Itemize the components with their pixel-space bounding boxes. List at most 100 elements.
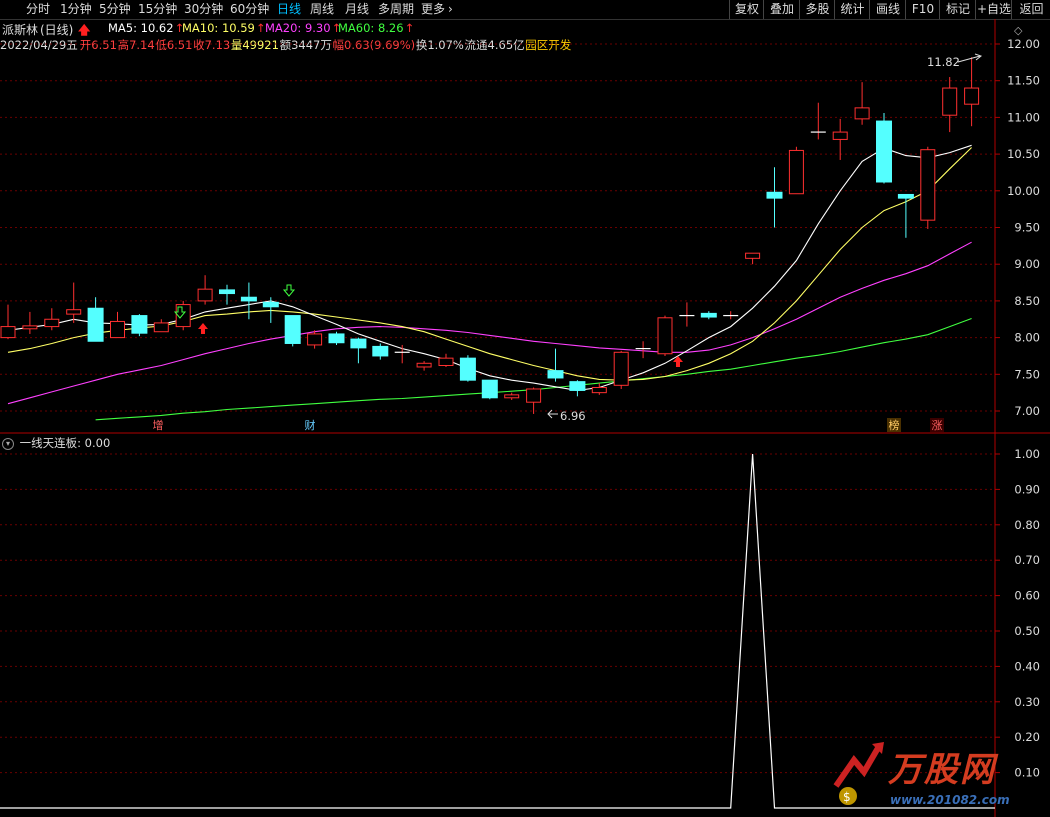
candle [854, 82, 870, 125]
indicator-value: : 0.00 [77, 436, 111, 450]
chevron-right-icon[interactable]: › [448, 1, 453, 18]
candle [964, 57, 980, 127]
y-tick-label: 11.00 [1007, 110, 1040, 124]
candle-body [110, 320, 125, 339]
event-marker-bg [930, 418, 944, 432]
y-tick-label: 8.50 [1014, 294, 1040, 308]
buy-arrow-icon [673, 356, 683, 367]
candle-body [284, 315, 301, 344]
collapse-icon[interactable]: ▾ [2, 437, 14, 450]
indicator-name[interactable]: 一线天连板 [20, 436, 78, 450]
period-label: (日线) [40, 23, 74, 37]
candle [832, 118, 848, 160]
candle [766, 167, 783, 228]
period-tab-1[interactable]: 1分钟 [60, 1, 92, 18]
y-tick-label: 9.50 [1014, 221, 1040, 235]
quote-date: 2022/04/29五 [0, 38, 78, 52]
candle-body [504, 394, 520, 399]
y-tick-label: 12.00 [1007, 37, 1040, 51]
candle [372, 343, 389, 360]
candle [459, 355, 476, 382]
high-value: 7.14 [129, 38, 155, 52]
close-label: 收 [193, 38, 205, 52]
candle [635, 341, 651, 359]
candle [897, 193, 914, 238]
candle-body [964, 87, 980, 105]
candle-body [591, 387, 607, 394]
y-tick-label: 0.60 [1014, 589, 1040, 603]
candle-body [920, 149, 936, 221]
ma10-line [7, 147, 972, 381]
candle [547, 348, 564, 382]
period-tab-9[interactable]: 多周期 [378, 1, 414, 18]
low-value: 6.51 [166, 38, 193, 52]
y-tick-label: 0.80 [1014, 518, 1040, 532]
close-value: 7.13 [204, 38, 231, 52]
candle-body [197, 288, 213, 302]
period-toolbar: 分时 1分钟 5分钟 15分钟 30分钟 60分钟 日线 周线 月线 多周期 更多 › 复权 叠加 多股 统计… [0, 0, 1050, 20]
period-tab-7[interactable]: 周线 [310, 1, 334, 18]
candle-body [240, 296, 257, 302]
y-tick-label: 7.00 [1014, 404, 1040, 418]
period-tab-8[interactable]: 月线 [345, 1, 369, 18]
event-marker: 财 [305, 418, 316, 432]
period-tab-4[interactable]: 30分钟 [184, 1, 223, 18]
y-tick-label: 10.00 [1007, 184, 1040, 198]
toolbar-button-4[interactable]: 画线 [869, 0, 906, 19]
candle-body [350, 338, 367, 349]
toolbar-button-1[interactable]: 叠加 [763, 0, 800, 19]
volume-value: 49921 [242, 38, 279, 52]
kline-chart[interactable]: 12.00 11.50 11.00 10.50 10.00 9.50 9.00 8.50 8.0… [0, 0, 1050, 817]
stock-name[interactable]: 派斯林 [2, 21, 38, 38]
float-value: 4.65亿 [487, 38, 525, 52]
volume-label: 量 [230, 38, 243, 52]
candle-body [657, 317, 673, 355]
candle [394, 344, 410, 364]
toolbar-button-0[interactable]: 复权 [729, 0, 764, 19]
event-marker: 涨 [932, 419, 943, 432]
candle-body [876, 120, 892, 183]
candle-body [459, 357, 476, 381]
candle [700, 311, 717, 320]
candle [591, 383, 607, 395]
amount-label: 额 [279, 38, 292, 52]
candle [307, 330, 323, 349]
toolbar-button-5[interactable]: F10 [905, 0, 940, 19]
low-label: 低 [155, 38, 167, 52]
y-tick-label: 0.50 [1014, 624, 1040, 638]
candle-body [766, 191, 783, 199]
candle [44, 308, 60, 331]
watermark-logo: $ 万股网 www.201082.com [828, 738, 1028, 814]
candle [328, 331, 345, 345]
y-tick-label: 10.50 [1007, 147, 1040, 161]
candle-body [87, 307, 104, 342]
high-pointer-head [974, 53, 983, 61]
period-tab-2[interactable]: 5分钟 [99, 1, 131, 18]
candle [679, 302, 695, 327]
period-tab-5[interactable]: 60分钟 [230, 1, 269, 18]
period-tab-3[interactable]: 15分钟 [138, 1, 177, 18]
toolbar-button-3[interactable]: 统计 [834, 0, 870, 19]
candle [66, 282, 82, 323]
svg-text:$: $ [843, 790, 851, 804]
sell-arrow-icon [173, 306, 187, 319]
candle [788, 146, 804, 195]
candle-body [262, 301, 279, 308]
candle [110, 311, 125, 339]
toolbar-button-2[interactable]: 多股 [799, 0, 835, 19]
period-tab-0[interactable]: 分时 [26, 1, 50, 18]
turnover-label: 换 [415, 38, 428, 52]
diamond-icon[interactable]: ◇ [1014, 24, 1022, 37]
open-value: 6.51 [91, 38, 117, 52]
period-tab-6[interactable]: 日线 [277, 1, 301, 18]
concept-tag[interactable]: 园区开发 [525, 38, 571, 52]
watermark-url: www.201082.com [890, 793, 1010, 807]
high-pointer [957, 55, 981, 63]
range-value: 0.63(9.69%) [344, 38, 416, 52]
period-tab-10[interactable]: 更多 [421, 1, 445, 18]
toolbar-button-8[interactable]: 返回 [1011, 0, 1050, 19]
candle-body [307, 333, 323, 346]
float-label: 流通 [464, 38, 488, 52]
toolbar-button-7[interactable]: +自选 [975, 0, 1012, 19]
toolbar-button-6[interactable]: 标记 [939, 0, 976, 19]
